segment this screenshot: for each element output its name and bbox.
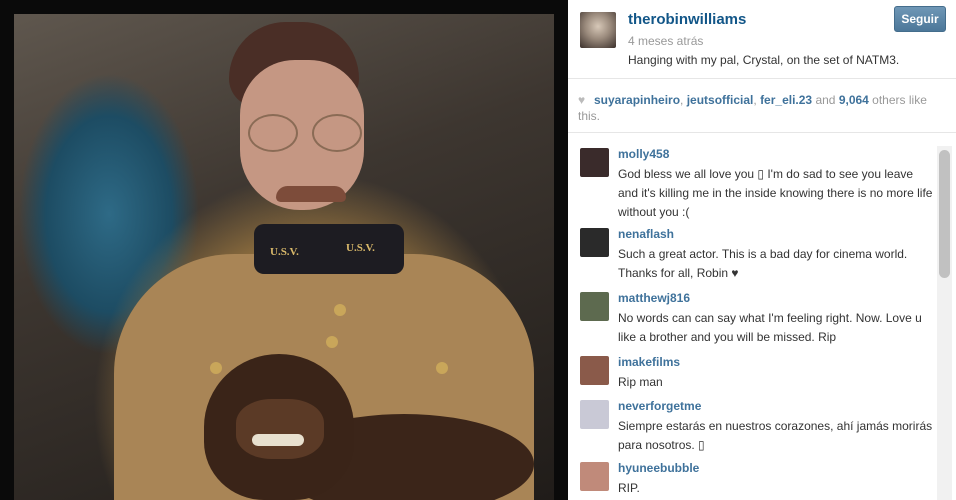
comment-text: Rip man xyxy=(618,375,663,389)
photo-glasses xyxy=(246,114,364,152)
follow-button[interactable]: Seguir xyxy=(894,6,946,32)
heart-icon: ♥ xyxy=(578,93,586,107)
comments-scrollbar[interactable] xyxy=(937,146,952,500)
comment-avatar[interactable] xyxy=(580,148,609,177)
liker-link[interactable]: suyarapinheiro xyxy=(594,93,680,107)
post-sidebar: therobinwilliams 4 meses atrás Hanging w… xyxy=(568,0,956,500)
comment-avatar[interactable] xyxy=(580,400,609,429)
comment-username[interactable]: molly458 xyxy=(618,147,669,161)
comment-text: Such a great actor. This is a bad day fo… xyxy=(618,247,908,280)
comment-text: RIP. xyxy=(618,481,640,495)
photo-collar: U.S.V. U.S.V. xyxy=(254,224,404,274)
coat-button xyxy=(436,362,448,374)
post-photo[interactable]: U.S.V. U.S.V. xyxy=(14,14,554,500)
comment-username[interactable]: nenaflash xyxy=(618,227,674,241)
photo-area: U.S.V. U.S.V. xyxy=(0,0,568,500)
likes-separator: , xyxy=(680,93,687,107)
post-timestamp[interactable]: 4 meses atrás xyxy=(628,34,703,48)
comment-text: No words can can say what I'm feeling ri… xyxy=(618,311,922,344)
comment-avatar[interactable] xyxy=(580,462,609,491)
comment-list: molly458 God bless we all love you ▯ I'm… xyxy=(568,140,938,500)
comment-avatar[interactable] xyxy=(580,228,609,257)
author-avatar[interactable] xyxy=(580,12,616,48)
photo-mustache xyxy=(276,186,346,202)
likes-summary: ♥ suyarapinheiro, jeutsofficial, fer_eli.… xyxy=(578,92,948,124)
photo-monkey-teeth xyxy=(252,434,304,446)
liker-link[interactable]: fer_eli.23 xyxy=(760,93,812,107)
likes-count[interactable]: 9,064 xyxy=(839,93,869,107)
author-username[interactable]: therobinwilliams xyxy=(628,11,746,28)
divider xyxy=(568,132,956,133)
collar-text-left: U.S.V. xyxy=(270,246,299,258)
comment-text: God bless we all love you ▯ I'm do sad t… xyxy=(618,167,933,219)
divider xyxy=(568,78,956,79)
liker-link[interactable]: jeutsofficial xyxy=(687,93,754,107)
coat-button xyxy=(326,336,338,348)
photo-monkey-face xyxy=(236,399,324,459)
coat-button xyxy=(334,304,346,316)
post-caption: Hanging with my pal, Crystal, on the set… xyxy=(628,53,900,67)
comment-username[interactable]: hyuneebubble xyxy=(618,461,699,475)
comment-username[interactable]: matthewj816 xyxy=(618,291,690,305)
collar-text-right: U.S.V. xyxy=(346,242,375,254)
comment-avatar[interactable] xyxy=(580,356,609,385)
scrollbar-thumb[interactable] xyxy=(939,150,950,278)
comment-text: Siempre estarás en nuestros corazones, a… xyxy=(618,419,933,452)
post-header: therobinwilliams 4 meses atrás Hanging w… xyxy=(568,0,956,78)
comment-username[interactable]: imakefilms xyxy=(618,355,680,369)
comment-avatar[interactable] xyxy=(580,292,609,321)
likes-and-text: and xyxy=(812,93,839,107)
coat-button xyxy=(210,362,222,374)
comment-username[interactable]: neverforgetme xyxy=(618,399,701,413)
